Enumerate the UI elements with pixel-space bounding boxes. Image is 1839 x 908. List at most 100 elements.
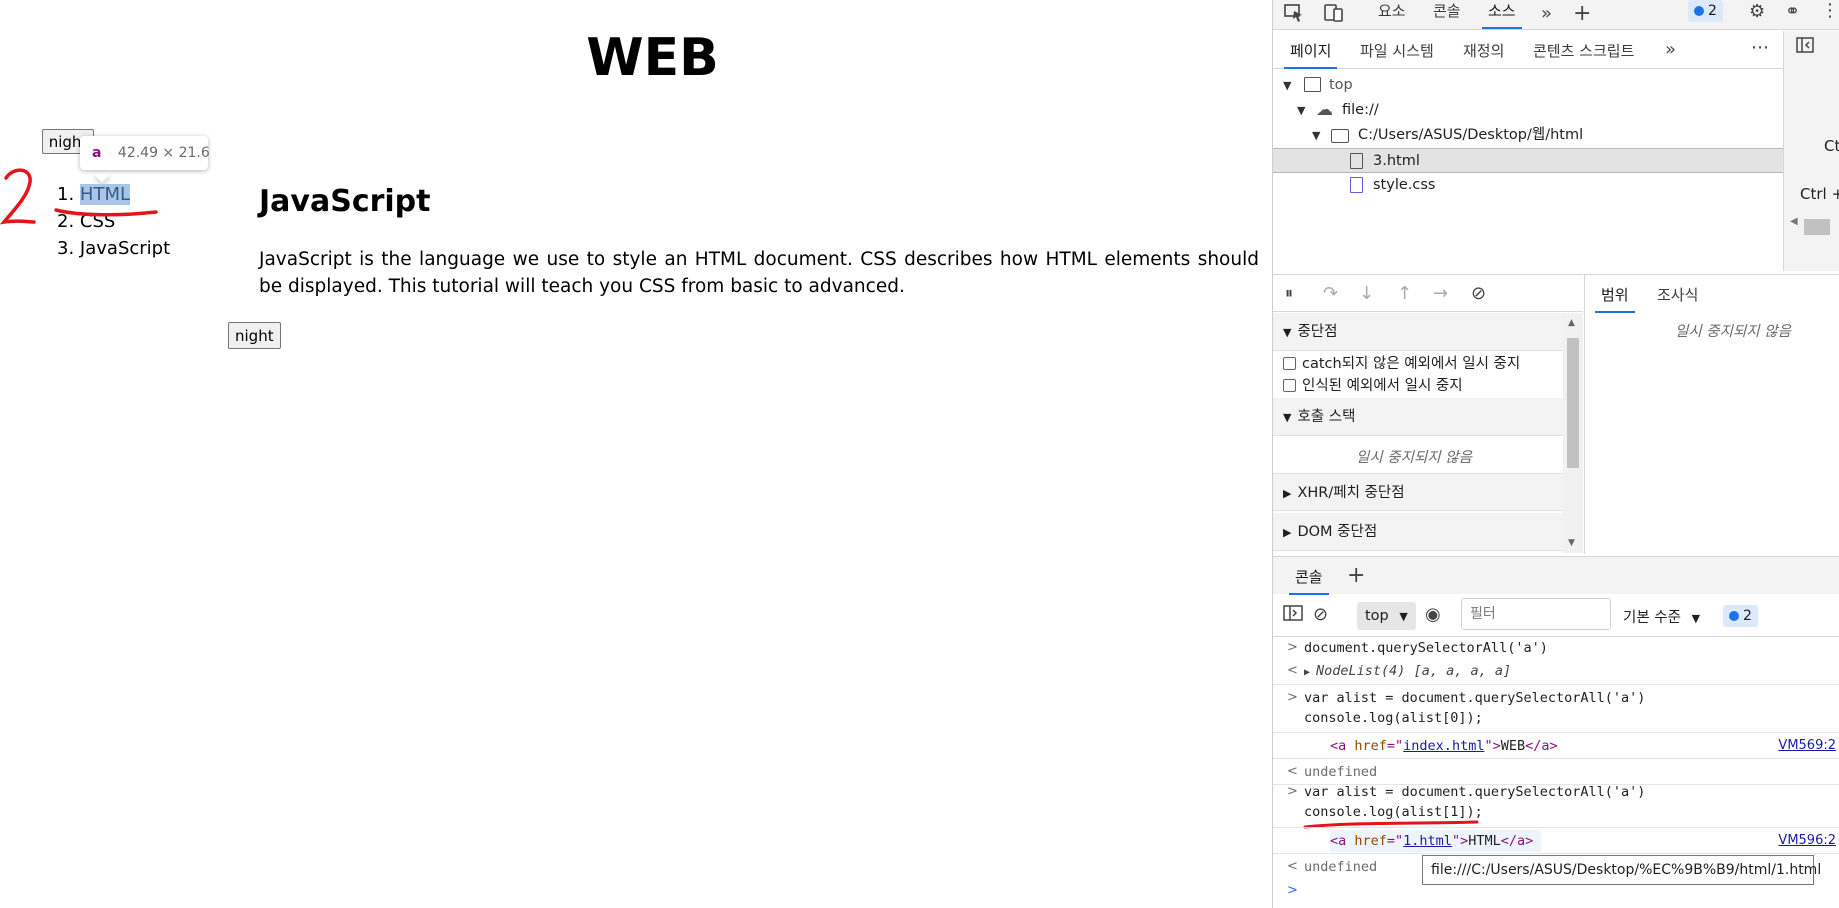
breakpoints-section[interactable]: ▼ 중단점 bbox=[1273, 313, 1563, 351]
scroll-down-icon[interactable]: ▼ bbox=[1568, 538, 1575, 548]
call-stack-section[interactable]: ▼ 호출 스택 bbox=[1273, 398, 1563, 436]
tree-item-top[interactable]: ▼ top bbox=[1273, 73, 1783, 98]
input-prompt-icon: > bbox=[1287, 640, 1298, 655]
step-out-icon[interactable]: ↑ bbox=[1397, 283, 1412, 304]
add-tab-icon[interactable]: + bbox=[1573, 1, 1591, 26]
tree-item-style-css[interactable]: style.css bbox=[1273, 173, 1783, 198]
file-icon bbox=[1350, 153, 1363, 169]
tree-item-file-protocol[interactable]: ▼ ☁ file:// bbox=[1273, 98, 1783, 123]
content-body: JavaScript is the language we use to sty… bbox=[259, 249, 1259, 297]
step-into-icon[interactable]: ↓ bbox=[1359, 283, 1374, 304]
divider bbox=[1273, 827, 1839, 828]
scroll-left-icon[interactable]: ◀ bbox=[1790, 216, 1798, 227]
console-input-line: > document.querySelectorAll('a') bbox=[1273, 637, 1839, 659]
scope-not-paused: 일시 중지되지 않음 bbox=[1675, 324, 1791, 340]
expand-arrow-icon: ▼ bbox=[1283, 326, 1292, 339]
tab-file-system[interactable]: 파일 시스템 bbox=[1360, 40, 1434, 61]
pause-caught-option[interactable]: 인식된 예외에서 일시 중지 bbox=[1283, 375, 1463, 397]
source-link[interactable]: VM569:2 bbox=[1778, 735, 1836, 757]
webpage-viewport: WEB night a 42.49 × 21.6 1. HTML 2. CSS … bbox=[0, 0, 1272, 908]
tooltip-dims: 42.49 × 21.6 bbox=[117, 145, 210, 161]
more-subtabs-icon[interactable]: » bbox=[1665, 39, 1676, 60]
tab-watch[interactable]: 조사식 bbox=[1657, 284, 1698, 305]
output-return-icon: < bbox=[1287, 663, 1298, 678]
console-issues-badge[interactable]: 2 bbox=[1723, 605, 1758, 627]
shortcut-hint: Ctrl + bbox=[1800, 185, 1839, 203]
navigator-menu-icon[interactable]: ⋯ bbox=[1751, 37, 1769, 58]
xhr-breakpoints-section[interactable]: ▶ XHR/페치 중단점 bbox=[1273, 473, 1563, 511]
tree-item-folder[interactable]: ▼ C:/Users/ASUS/Desktop/웹/html bbox=[1273, 123, 1783, 148]
tab-elements[interactable]: 요소 bbox=[1378, 0, 1406, 21]
cloud-icon: ☁ bbox=[1316, 100, 1333, 120]
call-stack-not-paused: 일시 중지되지 않음 bbox=[1356, 450, 1472, 466]
collapse-arrow-icon: ▶ bbox=[1283, 487, 1292, 500]
href-link[interactable]: 1.html bbox=[1403, 833, 1452, 849]
checkbox[interactable] bbox=[1283, 357, 1296, 370]
content-heading: JavaScript bbox=[259, 184, 431, 219]
toggle-navigator-icon[interactable] bbox=[1796, 37, 1814, 53]
console-sidebar-icon[interactable] bbox=[1283, 605, 1303, 621]
tab-console[interactable]: 콘솔 bbox=[1433, 0, 1461, 21]
sources-navigator-tabs: 페이지 파일 시스템 재정의 콘텐츠 스크립트 » ⋯ bbox=[1273, 31, 1783, 69]
expand-arrow-icon[interactable]: ▼ bbox=[1312, 123, 1320, 148]
link-url-tooltip: file:///C:/Users/ASUS/Desktop/%EC%9B%B9/… bbox=[1422, 855, 1821, 885]
drawer-tabbar: 콘솔 + bbox=[1273, 556, 1839, 595]
collapse-arrow-icon: ▶ bbox=[1283, 526, 1292, 539]
device-toolbar-icon[interactable] bbox=[1323, 3, 1345, 23]
dropdown-arrow-icon: ▼ bbox=[1399, 610, 1408, 623]
eye-icon[interactable]: ◉ bbox=[1425, 604, 1441, 625]
tree-item-3-html[interactable]: 3.html bbox=[1273, 148, 1783, 173]
deactivate-breakpoints-icon[interactable]: ⊘ bbox=[1471, 283, 1486, 304]
devtools-main-toolbar: 요소 콘솔 소스 » + 2 ⚙ ⚭ ⋮ bbox=[1273, 0, 1839, 30]
tab-page[interactable]: 페이지 bbox=[1283, 40, 1338, 69]
log-level-selector[interactable]: 기본 수준 ▼ bbox=[1623, 606, 1700, 627]
console-log-line[interactable]: <a href="index.html">WEB</a> VM569:2 bbox=[1273, 735, 1839, 757]
page-title: WEB bbox=[586, 28, 719, 88]
tab-sources[interactable]: 소스 bbox=[1482, 0, 1522, 29]
sidebar-scrollbar-thumb[interactable] bbox=[1567, 338, 1579, 468]
tab-scope[interactable]: 범위 bbox=[1595, 284, 1635, 313]
handwritten-annotation bbox=[0, 168, 158, 225]
step-icon[interactable]: → bbox=[1433, 283, 1448, 304]
list-number: 3. bbox=[57, 238, 75, 259]
more-options-icon[interactable]: ⋮ bbox=[1821, 0, 1839, 21]
gear-icon[interactable]: ⚙ bbox=[1749, 1, 1765, 22]
horizontal-scrollbar-thumb[interactable] bbox=[1804, 219, 1830, 235]
nav-link-javascript[interactable]: JavaScript bbox=[80, 238, 170, 259]
pause-uncaught-option[interactable]: catch되지 않은 예외에서 일시 중지 bbox=[1283, 353, 1520, 375]
output-return-icon: < bbox=[1287, 859, 1298, 874]
scroll-up-icon[interactable]: ▲ bbox=[1568, 318, 1575, 328]
expand-arrow-icon[interactable]: ▼ bbox=[1283, 73, 1291, 98]
editor-placeholder-strip: Ct Ctrl + ◀ bbox=[1783, 31, 1839, 271]
console-log-line[interactable]: <a href="1.html">HTML</a> VM596:2 bbox=[1273, 830, 1839, 852]
expand-arrow-icon[interactable]: ▶ bbox=[1304, 667, 1310, 678]
step-over-icon[interactable]: ↷ bbox=[1323, 283, 1338, 304]
expand-arrow-icon[interactable]: ▼ bbox=[1297, 98, 1305, 123]
console-filter-input[interactable] bbox=[1461, 598, 1611, 630]
clear-console-icon[interactable]: ⊘ bbox=[1313, 604, 1328, 625]
pause-icon[interactable]: ⏸ bbox=[1285, 283, 1293, 303]
href-link[interactable]: index.html bbox=[1403, 738, 1484, 754]
annotation-underline bbox=[54, 208, 158, 217]
add-drawer-tab-icon[interactable]: + bbox=[1347, 563, 1365, 588]
expand-arrow-icon: ▼ bbox=[1283, 411, 1292, 424]
inspect-element-icon[interactable] bbox=[1283, 3, 1305, 23]
annotation-number-2 bbox=[0, 168, 36, 225]
checkbox[interactable] bbox=[1283, 379, 1296, 392]
tab-overrides[interactable]: 재정의 bbox=[1463, 40, 1504, 61]
more-tabs-icon[interactable]: » bbox=[1541, 3, 1552, 24]
frame-icon bbox=[1304, 77, 1321, 92]
customize-icon[interactable]: ⚭ bbox=[1785, 1, 1800, 22]
context-selector[interactable]: top ▼ bbox=[1357, 602, 1416, 630]
source-link[interactable]: VM596:2 bbox=[1778, 830, 1836, 852]
output-return-icon: < bbox=[1287, 764, 1298, 779]
console-output-line[interactable]: < ▶ NodeList(4) [a, a, a, a] bbox=[1273, 660, 1839, 682]
night-button[interactable]: night bbox=[228, 322, 281, 349]
console-input-line: console.log(alist[0]); bbox=[1304, 710, 1483, 726]
dropdown-arrow-icon: ▼ bbox=[1691, 612, 1701, 625]
tab-content-scripts[interactable]: 콘텐츠 스크립트 bbox=[1533, 40, 1634, 61]
tooltip-tag: a bbox=[92, 145, 102, 161]
issues-badge[interactable]: 2 bbox=[1688, 0, 1723, 22]
dom-breakpoints-section[interactable]: ▶ DOM 중단점 bbox=[1273, 513, 1563, 551]
drawer-tab-console[interactable]: 콘솔 bbox=[1289, 566, 1329, 595]
